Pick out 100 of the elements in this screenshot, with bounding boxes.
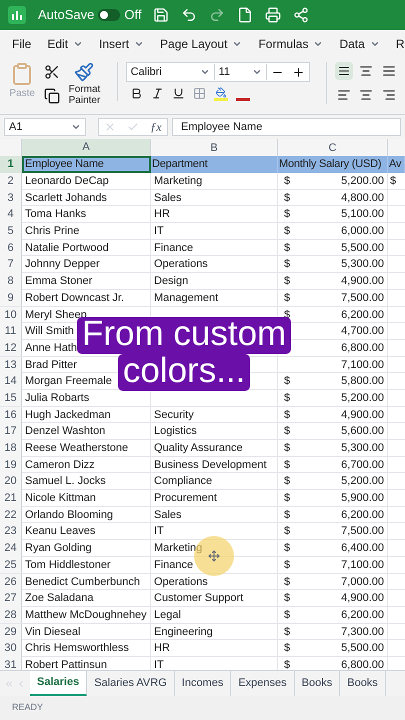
row-number[interactable]: 6: [0, 240, 22, 256]
save-icon[interactable]: [153, 7, 170, 23]
row-number[interactable]: 5: [0, 223, 22, 240]
row-number[interactable]: 13: [0, 356, 22, 374]
new-file-icon[interactable]: [237, 7, 254, 23]
undo-icon[interactable]: [181, 7, 198, 23]
menu-item[interactable]: Formulas: [258, 35, 324, 53]
table-cell-text: Will Smith: [25, 324, 74, 340]
bold-icon[interactable]: [130, 87, 143, 100]
row-number[interactable]: 20: [0, 473, 22, 490]
align-right-icon[interactable]: [382, 88, 396, 102]
currency-symbol: $: [284, 257, 290, 272]
fill-color-icon[interactable]: [214, 86, 228, 100]
table-cell-text: Quality Assurance: [154, 441, 243, 456]
row-number[interactable]: 30: [0, 640, 22, 657]
align-left-icon[interactable]: [336, 88, 351, 102]
menu-item[interactable]: Insert: [99, 35, 144, 53]
currency-symbol: $: [284, 658, 290, 670]
table-cell-text: Vin Dieseal: [25, 624, 80, 640]
row-number[interactable]: 17: [0, 423, 22, 440]
table-cell-text: Orlando Blooming: [25, 508, 114, 523]
row-number[interactable]: 9: [0, 290, 22, 306]
table-cell-text: Security: [154, 408, 194, 423]
align-top-button[interactable]: [334, 62, 353, 80]
function-icon[interactable]: ƒx: [150, 118, 162, 136]
align-center-icon[interactable]: [359, 88, 374, 102]
table-cell-text: Design: [154, 274, 188, 290]
table-cell-text: IT: [154, 224, 164, 240]
font-field[interactable]: Calibri: [126, 64, 215, 80]
autosave-state: Off: [124, 6, 142, 24]
row-number[interactable]: 4: [0, 206, 22, 223]
row-number[interactable]: 23: [0, 523, 22, 540]
table-cell-text: HR: [154, 207, 170, 222]
font-size-field[interactable]: 11: [214, 64, 267, 80]
row-number[interactable]: 3: [0, 190, 22, 206]
currency-symbol: $: [284, 390, 290, 406]
table-cell-text: 4,900.00: [341, 591, 384, 606]
align-middle-icon[interactable]: [359, 64, 374, 78]
underline-icon[interactable]: [172, 87, 185, 100]
share-icon[interactable]: [293, 7, 310, 23]
menu-item[interactable]: Page Layout: [160, 35, 242, 53]
table-cell-text: Benedict Cumberbunch: [25, 574, 140, 590]
row-number[interactable]: 16: [0, 406, 22, 424]
increase-font-icon[interactable]: [292, 66, 305, 78]
italic-icon[interactable]: [150, 87, 164, 100]
table-cell-text: Hugh Jackedman: [25, 408, 111, 423]
menu-item[interactable]: Data: [339, 35, 380, 53]
row-number[interactable]: 1: [0, 156, 22, 173]
table-cell-text: 6,000.00: [341, 224, 384, 240]
row-number[interactable]: 14: [0, 373, 22, 390]
row-number[interactable]: 2: [0, 173, 22, 190]
row-number[interactable]: 24: [0, 540, 22, 557]
table-cell-text: Cameron Dizz: [25, 458, 95, 473]
table-cell-text: 5,300.00: [341, 257, 384, 272]
table-cell-text: $: [390, 174, 396, 189]
row-number[interactable]: 27: [0, 590, 22, 607]
spreadsheet-logo-icon[interactable]: [8, 6, 26, 24]
table-cell-text: 5,600.00: [341, 424, 384, 440]
name-box[interactable]: A1: [4, 118, 86, 136]
sheet-tab[interactable]: Salaries: [30, 671, 88, 696]
row-number[interactable]: 29: [0, 624, 22, 640]
menu-item[interactable]: R: [396, 35, 404, 53]
table-cell-text: 4,900.00: [341, 408, 384, 423]
table-cell-text: 4,900.00: [341, 274, 384, 290]
menu-item[interactable]: File: [12, 35, 32, 53]
row-number[interactable]: 8: [0, 273, 22, 290]
status-bar: READY: [0, 696, 405, 720]
row-number[interactable]: 18: [0, 440, 22, 456]
row-number[interactable]: 15: [0, 390, 22, 406]
table-cell-text: Operations: [154, 257, 208, 272]
row-number[interactable]: 12: [0, 340, 22, 356]
autosave-toggle[interactable]: [98, 9, 120, 21]
caret-icon: [200, 67, 210, 77]
row-number[interactable]: 19: [0, 456, 22, 474]
align-bottom-icon[interactable]: [382, 64, 396, 78]
row-number[interactable]: 25: [0, 556, 22, 574]
row-number[interactable]: 26: [0, 574, 22, 590]
currency-symbol: $: [284, 207, 290, 222]
format-painter-button[interactable]: Format Painter: [68, 62, 101, 106]
table-cell-text: 6,400.00: [341, 541, 384, 556]
row-number[interactable]: 28: [0, 606, 22, 624]
row-number[interactable]: 21: [0, 490, 22, 507]
row-number[interactable]: 7: [0, 256, 22, 273]
row-number[interactable]: 10: [0, 306, 22, 323]
currency-symbol: $: [284, 558, 290, 573]
formula-field[interactable]: Employee Name: [172, 118, 401, 136]
table-cell-text: 5,200.00: [341, 390, 384, 406]
currency-symbol: $: [284, 591, 290, 606]
row-number[interactable]: 11: [0, 323, 22, 340]
row-number[interactable]: 31: [0, 656, 22, 670]
table-cell-text: Emma Stoner: [25, 274, 92, 290]
table-cell-text: 7,500.00: [341, 524, 384, 540]
copy-icon[interactable]: [44, 88, 60, 104]
menu-item[interactable]: Edit: [47, 35, 84, 53]
currency-symbol: $: [284, 608, 290, 623]
table-cell-text: Zoe Saladana: [25, 591, 94, 606]
table-cell-text: 7,100.00: [341, 558, 384, 573]
row-number[interactable]: 22: [0, 506, 22, 524]
cut-icon[interactable]: [44, 64, 60, 80]
printer-icon[interactable]: [265, 7, 282, 23]
